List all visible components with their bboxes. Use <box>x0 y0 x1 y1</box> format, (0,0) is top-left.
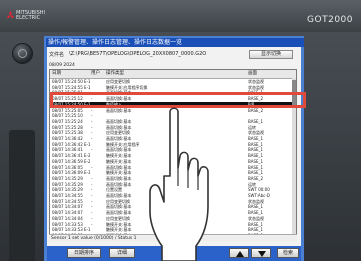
scroll-up-button[interactable] <box>229 248 249 258</box>
cell-date: 08/07 14:35:29 <box>52 175 83 181</box>
cell-date: 08/07 14:36:05 <box>52 164 83 170</box>
cell-screen: 运转 <box>248 181 256 187</box>
cell-screen: BASE_1 <box>248 204 264 210</box>
cell-screen: 状态监视 <box>248 198 264 204</box>
cell-screen: BASE_1 <box>248 153 264 159</box>
detail-button[interactable]: 详细 <box>109 248 135 258</box>
cell-user: - <box>91 164 93 170</box>
file-value: \Z:\PRG\BE57T\OPELOG\OPELOG_20XX0807_000… <box>69 51 207 57</box>
cell-type: 应用变更切换 <box>106 79 130 84</box>
table-row[interactable]: 08/07 15:24:55 E-1 触摸开关:应用程序切换 状态监视 <box>50 84 296 90</box>
cell-screen: BASE_1 <box>248 147 264 153</box>
col-type: 操作类型 <box>106 71 124 76</box>
display-switch-button[interactable]: 显示切换 <box>249 50 293 59</box>
cell-user: - <box>91 113 93 119</box>
col-screen: 画面 <box>248 71 257 76</box>
brand-line2: ELECTRIC <box>16 15 41 21</box>
cell-user: - <box>91 130 93 136</box>
cell-screen: 状态监视 <box>248 84 264 90</box>
cell-screen: BASE_1 <box>248 227 264 233</box>
cell-date: 08/07 14:34:55 <box>52 193 83 198</box>
cell-date: 08/07 14:35:29 <box>52 181 83 187</box>
model-name: GOT2000 <box>307 15 353 25</box>
cell-user: - <box>91 221 93 227</box>
cell-date: 08/07 14:36:41 <box>52 147 83 153</box>
hardware-button[interactable] <box>12 43 33 64</box>
cell-date: 08/07 15:24:50 E-1 <box>52 79 90 84</box>
cell-date: 08/07 14:34:07 <box>52 210 83 216</box>
col-date: 日期 <box>52 71 61 76</box>
cell-screen: SWT 00:00 <box>248 187 270 193</box>
cell-screen: SWT:Abc-D <box>248 193 270 198</box>
side-panel <box>9 130 35 261</box>
cell-user: - <box>91 124 93 130</box>
cell-screen: 状态监视 <box>248 79 264 84</box>
cell-screen: BASE_1 <box>248 136 264 141</box>
cell-type: 触摸开关:应用程序切换 <box>106 84 148 90</box>
mitsubishi-logo: MITSUBISHI ELECTRIC <box>6 9 45 23</box>
cell-screen: BASE_1 <box>248 164 264 170</box>
cell-user: - <box>91 181 93 187</box>
cell-date: 08/07 14:36:42 <box>52 136 83 141</box>
arrow-up-icon <box>236 251 244 257</box>
cell-user: - <box>91 118 93 124</box>
file-row: 文件名 \Z:\PRG\BE57T\OPELOG\OPELOG_20XX0807… <box>49 51 206 58</box>
cell-screen: BASE_1 <box>248 141 264 147</box>
window-title: 操作/報警管理、操作日志管理、操作日志数据一览 <box>46 38 304 47</box>
cell-screen: BASE_1 <box>248 170 264 176</box>
cell-date: 08/07 15:25:38 <box>52 130 83 136</box>
cell-screen: BASE_1 <box>248 221 264 227</box>
cell-date: 08/07 15:24:55 E-1 <box>52 84 90 90</box>
pointing-hand-icon <box>149 107 209 261</box>
cell-date: 08/07 14:36:09 E-3 <box>52 170 90 176</box>
cell-user: - <box>91 187 93 193</box>
scroll-down-button[interactable] <box>251 248 271 258</box>
cell-date: 08/07 15:25:10 <box>52 113 83 119</box>
cell-user: - <box>91 147 93 153</box>
table-header: 日期 用户 操作类型 画面 <box>50 70 296 79</box>
cell-user: - <box>91 107 93 113</box>
record-date: 08/09 2024 <box>49 63 75 68</box>
cell-screen: 运转 <box>248 124 256 130</box>
cell-user: - <box>91 175 93 181</box>
arrow-down-icon <box>258 251 266 257</box>
mitsubishi-diamonds-icon <box>6 11 15 18</box>
cell-date: 08/07 14:36:59 E-2 <box>52 158 90 164</box>
cell-date: 08/07 14:36:41 E-2 <box>52 153 90 159</box>
cell-date: 08/07 15:25:28 <box>52 124 83 130</box>
cell-user: - <box>91 198 93 204</box>
cell-date: 08/07 15:25:24 <box>52 118 83 124</box>
cell-user: - <box>91 215 93 221</box>
cell-screen: BASE_1 <box>248 210 264 216</box>
top-bar: MITSUBISHI ELECTRIC GOT2000 <box>0 0 361 32</box>
cell-screen: 状态监视 <box>248 130 264 136</box>
cell-date: 08/07 14:34:04 <box>52 215 83 221</box>
cell-user: - <box>91 136 93 141</box>
cell-user: - <box>91 210 93 216</box>
cell-date: 08/07 14:34:07 <box>52 204 83 210</box>
cell-user: - <box>91 193 93 198</box>
search-button[interactable]: 检索 <box>277 248 299 258</box>
cell-date: 08/07 14:35:29 <box>52 187 83 193</box>
cell-date: 08/07 14:34:55 <box>52 198 83 204</box>
cell-user: - <box>91 204 93 210</box>
cell-date: 08/07 15:25:05 <box>52 107 83 113</box>
file-label: 文件名 <box>49 52 65 58</box>
cell-date: 08/07 14:33:53 E-1 <box>52 227 90 233</box>
cell-screen: 状态监视 <box>248 215 264 221</box>
col-user: 用户 <box>91 71 100 76</box>
cell-date: 08/07 14:36:42 E-1 <box>52 141 90 147</box>
cell-date: 08/07 14:33:53 <box>52 221 83 227</box>
cell-screen: BASE_1 <box>248 118 264 124</box>
cell-screen: BASE_2 <box>248 107 264 113</box>
table-row[interactable]: 08/07 15:24:50 E-1 应用变更切换 状态监视 <box>50 79 296 84</box>
power-icon <box>18 49 27 58</box>
sort-date-button[interactable]: 日期排序 <box>67 248 101 258</box>
cell-screen: BASE_2 <box>248 175 264 181</box>
cell-screen: BASE_1 <box>248 158 264 164</box>
